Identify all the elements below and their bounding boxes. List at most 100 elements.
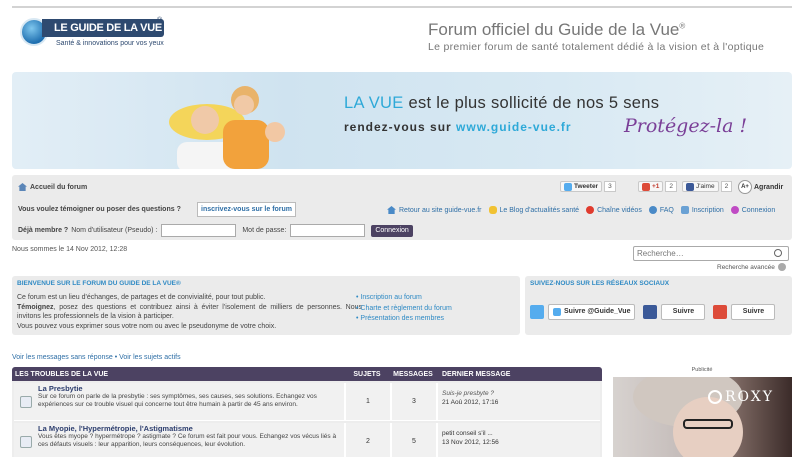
login-form: Déjà membre ? Nom d'utilisateur (Pseudo)… xyxy=(18,224,413,237)
forum-read-icon xyxy=(20,436,32,448)
top-divider xyxy=(12,6,792,8)
advanced-search-icon xyxy=(777,263,786,271)
back-to-site-link[interactable]: Retour au site guide-vue.fr xyxy=(387,206,482,214)
link-inscription[interactable]: • Inscription au forum xyxy=(356,293,452,304)
search-input[interactable]: Recherche… xyxy=(633,246,789,261)
col-topics-header: SUJETS xyxy=(353,370,381,378)
promo-banner[interactable]: LA VUE est le plus sollicité de nos 5 se… xyxy=(12,72,792,169)
blog-link[interactable]: Le Blog d'actualités santé xyxy=(488,206,579,214)
videos-link[interactable]: Chaîne vidéos xyxy=(586,206,642,214)
forum-home-label: Accueil du forum xyxy=(30,183,88,191)
last-post-title[interactable]: Suis-je presbyte ? xyxy=(442,390,494,397)
forum-messages-count: 3 xyxy=(390,383,436,420)
facebook-count: 2 xyxy=(720,181,733,192)
last-post-title[interactable]: petit conseil s'il ... xyxy=(442,430,493,437)
roxy-heart-icon xyxy=(708,390,722,404)
advanced-search-link[interactable]: Recherche avancée xyxy=(717,263,786,271)
forum-title[interactable]: La Myopie, l'Hypermétropie, l'Astigmatis… xyxy=(38,424,340,433)
topic-links: Voir les messages sans réponse • Voir le… xyxy=(12,354,181,361)
facebook-follow-button[interactable]: Suivre xyxy=(661,304,706,320)
welcome-box: BIENVENUE SUR LE FORUM DU GUIDE DE LA VU… xyxy=(12,276,520,335)
gplus-icon[interactable] xyxy=(713,305,728,319)
twitter-icon[interactable] xyxy=(530,305,544,319)
gplus-share[interactable]: +1 2 xyxy=(638,181,678,192)
login-link[interactable]: Connexion xyxy=(730,206,775,214)
twitter-follow-button[interactable]: Suivre @Guide_Vue xyxy=(548,304,636,320)
logo-tagline: Santé & innovations pour vos yeux xyxy=(56,40,164,47)
forum-description: Sur ce forum on parle de la presbytie : … xyxy=(38,393,317,408)
facebook-like[interactable]: J'aime 2 xyxy=(682,181,733,192)
family-photo xyxy=(169,86,285,169)
site-logo[interactable]: LE GUIDE DE LA VUE ® Santé & innovations… xyxy=(20,15,165,55)
login-button[interactable]: Connexion xyxy=(371,224,413,237)
tweet-count: 3 xyxy=(604,181,616,192)
advertisement[interactable]: ROXY xyxy=(613,377,792,457)
ad-brand: ROXY xyxy=(725,389,774,405)
question-prompt: Vous voulez témoigner ou poser des quest… xyxy=(18,206,181,213)
welcome-title: BIENVENUE SUR LE FORUM DU GUIDE DE LA VU… xyxy=(17,280,181,287)
forum-category: LES TROUBLES DE LA VUE SUJETS MESSAGES D… xyxy=(12,367,602,457)
link-charte[interactable]: • Charte et règlement du forum xyxy=(356,304,452,315)
twitter-bird-icon xyxy=(553,308,561,316)
password-label: Mot de passe: xyxy=(242,227,287,234)
ad-glasses xyxy=(683,419,733,429)
col-messages-header: MESSAGES xyxy=(393,370,433,378)
welcome-text: Ce forum est un lieu d'échanges, de part… xyxy=(17,294,362,330)
ad-label: Publicité xyxy=(691,367,713,373)
member-label: Déjà membre ? xyxy=(18,227,69,234)
tweet-share[interactable]: Tweeter 3 xyxy=(560,181,616,192)
gplus-button[interactable]: +1 xyxy=(638,181,664,192)
social-box: SUIVEZ-NOUS SUR LES RÉSEAUX SOCIAUX Suiv… xyxy=(525,276,792,335)
category-title[interactable]: LES TROUBLES DE LA VUE xyxy=(12,371,344,378)
banner-headline: LA VUE est le plus sollicité de nos 5 se… xyxy=(344,94,660,112)
col-last-header: DERNIER MESSAGE xyxy=(442,370,511,378)
gplus-count: 2 xyxy=(665,181,678,192)
last-post-date: 13 Nov 2012, 12:56 xyxy=(442,438,499,446)
faq-link[interactable]: FAQ xyxy=(648,206,674,214)
last-post-date: 21 Aoû 2012, 17:16 xyxy=(442,398,499,406)
password-input[interactable] xyxy=(290,224,366,237)
forum-home-link[interactable]: Accueil du forum xyxy=(18,183,87,191)
forum-title[interactable]: La Presbytie xyxy=(38,384,340,393)
twitter-icon xyxy=(564,182,572,191)
facebook-icon[interactable] xyxy=(643,305,658,319)
forum-topics-count: 2 xyxy=(344,423,390,457)
logo-name: LE GUIDE DE LA VUE xyxy=(42,19,164,37)
forum-last-post[interactable]: petit conseil s'il ... 13 Nov 2012, 12:5… xyxy=(436,423,600,457)
page-subtitle: Le premier forum de santé totalement déd… xyxy=(428,41,765,53)
social-follow-row: Suivre @Guide_Vue Suivre Suivre xyxy=(530,304,776,320)
facebook-like-button[interactable]: J'aime xyxy=(682,181,719,192)
username-label: Nom d'utilisateur (Pseudo) : xyxy=(71,227,158,234)
search-placeholder: Recherche… xyxy=(637,249,684,258)
play-icon xyxy=(586,206,595,214)
enlarge-text[interactable]: A+ Agrandir xyxy=(738,180,783,194)
facebook-icon xyxy=(686,182,694,191)
forum-read-icon xyxy=(20,396,32,408)
forum-last-post[interactable]: Suis-je presbyte ? 21 Aoû 2012, 17:16 xyxy=(436,383,600,420)
forum-description: Vous êtes myope ? hypermétrope ? astigma… xyxy=(38,433,337,448)
power-icon xyxy=(730,206,739,214)
unanswered-link[interactable]: Voir les messages sans réponse xyxy=(12,354,113,361)
register-icon xyxy=(680,206,689,214)
forum-row[interactable]: La Presbytie Sur ce forum on parle de la… xyxy=(14,383,600,421)
username-input[interactable] xyxy=(161,224,237,237)
link-presentation[interactable]: • Présentation des membres xyxy=(356,314,452,325)
tweet-button[interactable]: Tweeter xyxy=(560,181,603,192)
forum-messages-count: 5 xyxy=(390,423,436,457)
chat-icon xyxy=(488,206,497,214)
home-icon xyxy=(387,206,396,214)
top-links: Retour au site guide-vue.fr Le Blog d'ac… xyxy=(387,206,775,214)
social-title: SUIVEZ-NOUS SUR LES RÉSEAUX SOCIAUX xyxy=(530,280,670,287)
enlarge-icon: A+ xyxy=(738,180,752,194)
register-button[interactable]: inscrivez-vous sur le forum xyxy=(197,202,297,217)
gplus-icon xyxy=(642,182,650,191)
search-icon[interactable] xyxy=(774,249,782,257)
logo-registered: ® xyxy=(157,17,163,24)
banner-slogan: Protégez-la ! xyxy=(624,115,748,137)
gplus-follow-button[interactable]: Suivre xyxy=(731,304,776,320)
forum-category-header: LES TROUBLES DE LA VUE SUJETS MESSAGES D… xyxy=(12,367,602,381)
home-icon xyxy=(18,183,27,191)
active-topics-link[interactable]: Voir les sujets actifs xyxy=(119,354,180,361)
forum-row[interactable]: La Myopie, l'Hypermétropie, l'Astigmatis… xyxy=(14,423,600,457)
inscription-link[interactable]: Inscription xyxy=(680,206,724,214)
